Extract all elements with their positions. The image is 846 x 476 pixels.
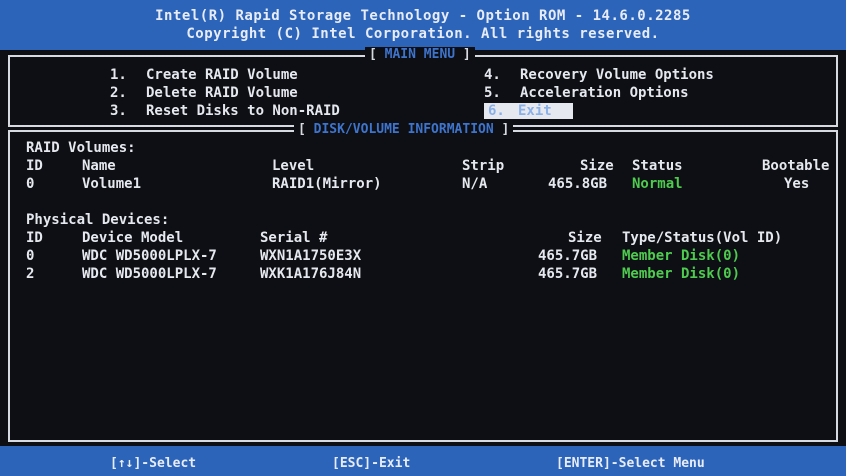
menu-item-number: 1. [110, 67, 127, 83]
menu-item-number: 5. [484, 85, 501, 101]
key-help-footer: [↑↓]-Select [ESC]-Exit [ENTER]-Select Me… [0, 446, 846, 476]
menu-item-label: Reset Disks to Non-RAID [146, 103, 340, 119]
raid-col-bootable: Bootable [762, 158, 830, 174]
menu-item-create-raid[interactable]: 1. Create RAID Volume [110, 67, 298, 83]
menu-item-number: 4. [484, 67, 501, 83]
phys-row-model: WDC WD5000LPLX-7 [82, 248, 217, 264]
phys-col-size: Size [568, 230, 602, 246]
phys-row-model: WDC WD5000LPLX-7 [82, 266, 217, 282]
footer-exit-hint: [ESC]-Exit [332, 456, 411, 471]
physical-devices-heading: Physical Devices: [26, 212, 170, 228]
phys-col-id: ID [26, 230, 43, 246]
phys-row-serial: WXK1A176J84N [260, 266, 362, 282]
menu-item-label: Create RAID Volume [146, 67, 298, 83]
raid-volumes-heading: RAID Volumes: [26, 140, 136, 156]
menu-item-number: 3. [110, 103, 127, 119]
menu-item-label: Delete RAID Volume [146, 85, 298, 101]
phys-row-id: 2 [26, 266, 35, 282]
footer-select-hint: [↑↓]-Select [110, 456, 197, 471]
disk-volume-info-panel: [ DISK/VOLUME INFORMATION ] RAID Volumes… [8, 122, 838, 442]
raid-row-id: 0 [26, 176, 35, 192]
menu-item-exit[interactable]: 6. Exit [484, 103, 573, 119]
main-menu-title: [ MAIN MENU ] [365, 47, 475, 63]
raid-row-strip: N/A [462, 176, 488, 192]
menu-item-acceleration[interactable]: 5. Acceleration Options [484, 85, 689, 101]
phys-col-type: Type/Status(Vol ID) [622, 230, 783, 246]
menu-item-delete-raid[interactable]: 2. Delete RAID Volume [110, 85, 298, 101]
phys-row-type: Member Disk(0) [622, 266, 741, 282]
menu-item-exit-highlight: 6. Exit [484, 103, 573, 119]
raid-row-bootable: Yes [784, 176, 810, 192]
raid-col-id: ID [26, 158, 43, 174]
raid-row-level: RAID1(Mirror) [272, 176, 382, 192]
menu-item-reset-disks[interactable]: 3. Reset Disks to Non-RAID [110, 103, 340, 119]
menu-item-label: Acceleration Options [520, 85, 689, 101]
raid-col-status: Status [632, 158, 683, 174]
footer-enter-hint: [ENTER]-Select Menu [556, 456, 705, 471]
menu-item-label: Exit [518, 103, 552, 119]
menu-item-number: 2. [110, 85, 127, 101]
raid-col-name: Name [82, 158, 116, 174]
raid-row-name: Volume1 [82, 176, 142, 192]
header-copyright: Copyright (C) Intel Corporation. All rig… [186, 26, 660, 42]
raid-col-size: Size [580, 158, 614, 174]
phys-col-serial: Serial # [260, 230, 328, 246]
menu-item-number: 6. [488, 103, 505, 119]
header-title: Intel(R) Rapid Storage Technology - Opti… [155, 8, 691, 24]
raid-col-strip: Strip [462, 158, 505, 174]
main-menu-title-text: MAIN MENU [384, 47, 456, 62]
phys-row-id: 0 [26, 248, 35, 264]
raid-col-level: Level [272, 158, 315, 174]
phys-row-size: 465.7GB [538, 248, 598, 264]
bios-header: Intel(R) Rapid Storage Technology - Opti… [0, 0, 846, 50]
main-menu-panel: [ MAIN MENU ] 1. Create RAID Volume 2. Del… [8, 47, 838, 127]
phys-row-type: Member Disk(0) [622, 248, 741, 264]
raid-row-size: 465.8GB [548, 176, 608, 192]
menu-item-recovery-volume[interactable]: 4. Recovery Volume Options [484, 67, 714, 83]
raid-row-status: Normal [632, 176, 683, 192]
phys-row-serial: WXN1A1750E3X [260, 248, 362, 264]
phys-col-model: Device Model [82, 230, 184, 246]
disk-info-title: [ DISK/VOLUME INFORMATION ] [294, 122, 514, 138]
disk-info-title-text: DISK/VOLUME INFORMATION [313, 122, 494, 137]
phys-row-size: 465.7GB [538, 266, 598, 282]
menu-item-label: Recovery Volume Options [520, 67, 714, 83]
